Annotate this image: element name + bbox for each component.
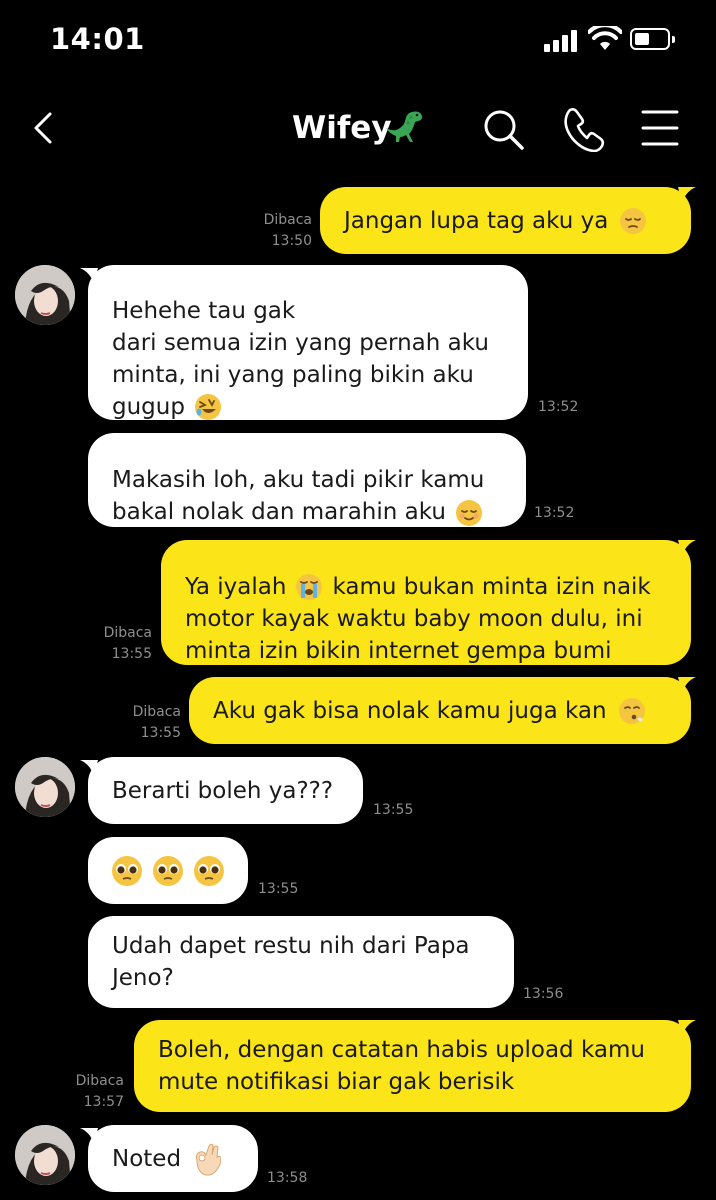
pensive-face-icon xyxy=(620,207,647,234)
bubble-tail xyxy=(678,540,696,556)
rolling-laughing-face-icon xyxy=(194,394,221,420)
message-time: 13:57 xyxy=(83,1094,124,1110)
message-bubble[interactable]: Aku gak bisa nolak kamu juga kan xyxy=(189,677,691,744)
search-icon[interactable] xyxy=(480,106,526,152)
message-bubble[interactable]: Hehehe tau gak dari semua izin yang pern… xyxy=(88,265,528,420)
message-text: Makasih loh, aku tadi pikir kamu bakal n… xyxy=(112,432,502,528)
message-bubble[interactable]: Ya iyalah kamu bukan minta izin naik mot… xyxy=(161,540,691,665)
message-time: 13:55 xyxy=(111,646,152,662)
message-text-body: Hehehe tau gak dari semua izin yang pern… xyxy=(112,297,489,420)
message-time: 13:55 xyxy=(140,725,181,741)
battery-icon xyxy=(630,28,675,50)
read-receipt: Dibaca xyxy=(75,1073,124,1089)
message-meta: Dibaca 13:55 xyxy=(117,702,181,744)
menu-icon[interactable] xyxy=(640,108,680,148)
message-time: 13:52 xyxy=(538,399,579,415)
avatar[interactable] xyxy=(15,757,75,817)
status-time: 14:01 xyxy=(50,22,145,56)
loudly-crying-face-icon xyxy=(296,574,323,600)
cellular-signal-icon xyxy=(544,30,580,52)
message-time: 13:55 xyxy=(258,881,299,897)
message-text-part: Ya iyalah xyxy=(185,573,287,600)
message-bubble[interactable]: Noted xyxy=(88,1125,258,1192)
wifi-icon xyxy=(588,26,622,50)
dinosaur-icon xyxy=(386,111,423,142)
message-bubble[interactable]: Udah dapet restu nih dari Papa Jeno? xyxy=(88,916,514,1008)
sighing-face-icon xyxy=(618,697,645,724)
message-time: 13:55 xyxy=(373,802,414,818)
message-text: Udah dapet restu nih dari Papa Jeno? xyxy=(112,933,470,991)
message-bubble[interactable]: Jangan lupa tag aku ya xyxy=(320,187,691,254)
message-time: 13:58 xyxy=(267,1170,308,1186)
back-chevron-icon[interactable] xyxy=(24,108,64,148)
message-bubble[interactable]: Berarti boleh ya??? xyxy=(88,757,363,824)
message-time: 13:56 xyxy=(523,986,564,1002)
bubble-tail xyxy=(678,1020,696,1036)
chat-header: Wifey xyxy=(0,90,716,170)
message-text: Aku gak bisa nolak kamu juga kan xyxy=(213,697,607,724)
message-text: Ya iyalah kamu bukan minta izin naik mot… xyxy=(185,539,667,667)
message-text: Boleh, dengan catatan habis upload kamu … xyxy=(158,1037,645,1095)
read-receipt: Dibaca xyxy=(103,625,152,641)
message-time: 13:52 xyxy=(534,505,575,521)
message-text: Berarti boleh ya??? xyxy=(112,777,334,804)
message-meta: Dibaca 13:57 xyxy=(60,1071,124,1113)
chat-title[interactable]: Wifey xyxy=(292,110,392,146)
message-text: Jangan lupa tag aku ya xyxy=(344,207,609,234)
relieved-face-icon xyxy=(455,499,482,526)
message-time: 13:50 xyxy=(271,233,312,249)
ok-hand-icon xyxy=(195,1143,222,1176)
read-receipt: Dibaca xyxy=(132,704,181,720)
avatar[interactable] xyxy=(15,1125,75,1185)
message-bubble[interactable]: Makasih loh, aku tadi pikir kamu bakal n… xyxy=(88,433,526,527)
message-bubble[interactable]: Boleh, dengan catatan habis upload kamu … xyxy=(134,1020,691,1112)
avatar[interactable] xyxy=(15,265,75,325)
message-text-body: Makasih loh, aku tadi pikir kamu bakal n… xyxy=(112,467,485,525)
bubble-tail xyxy=(678,677,696,693)
read-receipt: Dibaca xyxy=(263,212,312,228)
bubble-tail xyxy=(678,187,696,203)
message-text: Hehehe tau gak dari semua izin yang pern… xyxy=(112,263,504,423)
message-text: Noted xyxy=(112,1145,182,1172)
message-meta: Dibaca 13:50 xyxy=(248,210,312,252)
status-bar: 14:01 xyxy=(0,0,716,82)
message-meta: Dibaca 13:55 xyxy=(88,623,152,665)
message-bubble[interactable] xyxy=(88,837,248,904)
pleading-face-icon xyxy=(112,855,224,886)
phone-call-icon[interactable] xyxy=(560,106,606,152)
